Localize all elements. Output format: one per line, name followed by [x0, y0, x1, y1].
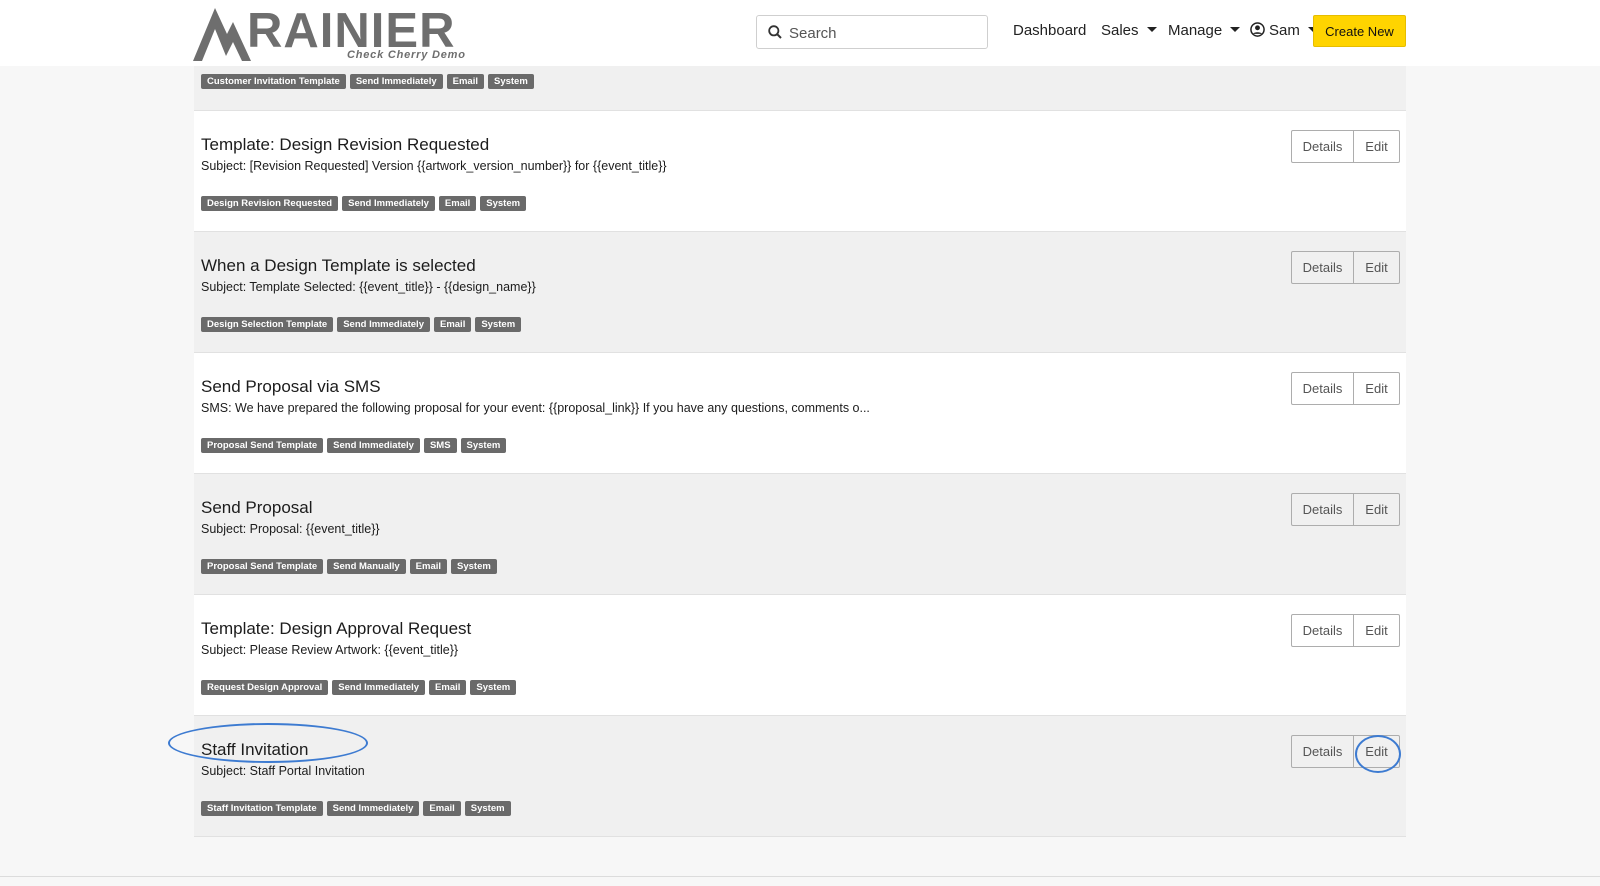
tag-badge: System: [480, 196, 527, 211]
template-subject: Subject: Please Review Artwork: {{event_…: [201, 643, 459, 657]
tag-group: Design Selection Template Send Immediate…: [201, 317, 522, 332]
list-item: Send Proposal Subject: Proposal: {{event…: [194, 474, 1406, 595]
tag-badge: System: [470, 680, 517, 695]
tag-badge: Send Immediately: [327, 438, 420, 453]
tag-group: Request Design Approval Send Immediately…: [201, 680, 517, 695]
edit-button[interactable]: Edit: [1354, 736, 1399, 767]
template-title[interactable]: Send Proposal: [201, 498, 313, 518]
tag-badge: Customer Invitation Template: [201, 74, 346, 89]
tag-badge: Design Revision Requested: [201, 196, 339, 211]
create-new-button[interactable]: Create New: [1313, 15, 1406, 47]
list-item: Template: Design Revision Requested Subj…: [194, 111, 1406, 232]
tag-group: Staff Invitation Template Send Immediate…: [201, 801, 511, 816]
action-button-group: Details Edit: [1291, 614, 1400, 647]
details-button[interactable]: Details: [1292, 736, 1354, 767]
tag-badge: Send Immediately: [332, 680, 426, 695]
search-icon: [768, 25, 782, 39]
caret-down-icon: [1230, 27, 1241, 32]
nav-manage-dropdown[interactable]: Manage: [1168, 22, 1241, 39]
tag-badge: Request Design Approval: [201, 680, 329, 695]
tag-group: Proposal Send Template Send Immediately …: [201, 438, 507, 453]
template-subject: SMS: We have prepared the following prop…: [201, 401, 870, 415]
tag-badge: Send Immediately: [326, 801, 420, 816]
template-title[interactable]: Staff Invitation: [201, 740, 308, 760]
tag-badge: Send Immediately: [349, 74, 443, 89]
tag-badge: Proposal Send Template: [201, 438, 324, 453]
edit-button[interactable]: Edit: [1354, 373, 1399, 404]
user-circle-icon: [1250, 22, 1265, 37]
tag-badge: Email: [433, 317, 472, 332]
tag-badge: Email: [446, 74, 484, 89]
nav-sales-dropdown[interactable]: Sales: [1101, 22, 1157, 39]
action-button-group: Details Edit: [1291, 251, 1400, 284]
nav-sales-label: Sales: [1101, 22, 1139, 39]
action-button-group: Details Edit: [1291, 130, 1400, 163]
template-title[interactable]: Template: Design Revision Requested: [201, 135, 489, 155]
template-title[interactable]: Template: Design Approval Request: [201, 619, 471, 639]
details-button[interactable]: Details: [1292, 373, 1354, 404]
list-item-partial: Customer Invitation Template Send Immedi…: [194, 66, 1406, 111]
template-title[interactable]: When a Design Template is selected: [201, 256, 476, 276]
nav-user-dropdown[interactable]: Sam: [1250, 22, 1318, 39]
logo-subtitle: Check Cherry Demo: [347, 49, 466, 61]
tag-badge: Email: [438, 196, 477, 211]
action-button-group: Details Edit: [1291, 372, 1400, 405]
rainier-logo[interactable]: RAINIER Check Cherry Demo: [193, 4, 465, 62]
details-button[interactable]: Details: [1292, 131, 1354, 162]
nav-user-label: Sam: [1269, 22, 1300, 39]
details-button[interactable]: Details: [1292, 494, 1354, 525]
list-item: Template: Design Approval Request Subjec…: [194, 595, 1406, 716]
list-item: Send Proposal via SMS SMS: We have prepa…: [194, 353, 1406, 474]
edit-button[interactable]: Edit: [1354, 131, 1399, 162]
tag-badge: Proposal Send Template: [201, 559, 324, 574]
top-navbar: RAINIER Check Cherry Demo Dashboard Sale…: [0, 0, 1600, 66]
tag-badge: Send Immediately: [337, 317, 430, 332]
search-input[interactable]: [787, 16, 987, 50]
template-subject: Subject: Template Selected: {{event_titl…: [201, 280, 536, 294]
tag-badge: Email: [409, 559, 448, 574]
mountain-logo-icon: [193, 8, 251, 61]
footer-divider: [0, 876, 1600, 877]
tag-badge: System: [487, 74, 534, 89]
tag-group: Design Revision Requested Send Immediate…: [201, 196, 527, 211]
nav-manage-label: Manage: [1168, 22, 1223, 39]
details-button[interactable]: Details: [1292, 615, 1354, 646]
tag-badge: System: [460, 438, 507, 453]
tag-badge: Email: [429, 680, 467, 695]
tag-badge: SMS: [423, 438, 457, 453]
template-subject: Subject: Proposal: {{event_title}}: [201, 522, 380, 536]
tag-badge: Send Manually: [327, 559, 406, 574]
nav-dashboard[interactable]: Dashboard: [1013, 22, 1086, 39]
action-button-group: Details Edit: [1291, 493, 1400, 526]
tag-badge: Staff Invitation Template: [201, 801, 323, 816]
tag-badge: System: [451, 559, 497, 574]
template-subject: Subject: Staff Portal Invitation: [201, 764, 365, 778]
edit-button[interactable]: Edit: [1354, 615, 1399, 646]
tag-group: Proposal Send Template Send Manually Ema…: [201, 559, 497, 574]
tag-badge: Email: [423, 801, 461, 816]
template-subject: Subject: [Revision Requested] Version {{…: [201, 159, 667, 173]
edit-button[interactable]: Edit: [1354, 252, 1399, 283]
tag-badge: Send Immediately: [342, 196, 435, 211]
caret-down-icon: [1146, 27, 1157, 32]
search-box[interactable]: [756, 15, 988, 50]
action-button-group: Details Edit: [1291, 735, 1400, 768]
tag-badge: System: [464, 801, 511, 816]
edit-button[interactable]: Edit: [1354, 494, 1399, 525]
tag-badge: System: [475, 317, 522, 332]
tag-badge: Design Selection Template: [201, 317, 334, 332]
details-button[interactable]: Details: [1292, 252, 1354, 283]
list-item: When a Design Template is selected Subje…: [194, 232, 1406, 353]
tag-group: Customer Invitation Template Send Immedi…: [201, 74, 534, 89]
list-item: Staff Invitation Subject: Staff Portal I…: [194, 716, 1406, 837]
template-title[interactable]: Send Proposal via SMS: [201, 377, 381, 397]
